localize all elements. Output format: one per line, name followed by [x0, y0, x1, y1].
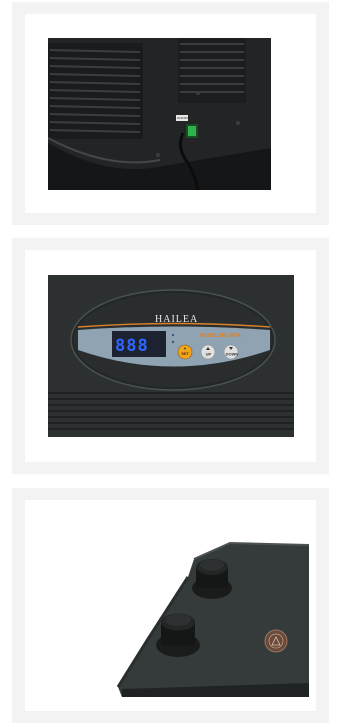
- product-photo-card-3: [12, 488, 329, 723]
- svg-text:SET: SET: [181, 351, 189, 356]
- control-panel-photo[interactable]: 888 HAILEA MODEL:HC-300A SET UP DOWN: [48, 275, 294, 437]
- svg-text:UP: UP: [206, 352, 212, 357]
- vent-slats: [48, 392, 294, 430]
- water-connector-bottom: [156, 613, 200, 657]
- rear-panel-illustration: ON/OFF: [48, 38, 271, 190]
- set-button: SET: [177, 344, 193, 360]
- power-switch: [186, 124, 198, 138]
- svg-text:ON/OFF: ON/OFF: [177, 116, 188, 120]
- temperature-display: 888: [115, 336, 149, 356]
- warning-badge: [264, 629, 288, 653]
- top-connectors-illustration: [48, 519, 309, 697]
- product-photo-card-1: ON/OFF: [12, 2, 329, 225]
- up-button: UP: [200, 344, 216, 360]
- model-label: MODEL:HC-300A: [200, 333, 241, 339]
- top-connectors-photo[interactable]: [48, 519, 309, 697]
- brand-logo: HAILEA: [155, 314, 198, 325]
- svg-text:DOWN: DOWN: [226, 352, 239, 357]
- rear-panel-photo[interactable]: ON/OFF: [48, 38, 271, 190]
- vent-grille-left: [48, 43, 143, 139]
- vent-grille-right: [178, 38, 246, 103]
- control-panel-illustration: 888 HAILEA MODEL:HC-300A SET UP DOWN: [48, 275, 294, 437]
- water-connector-top: [192, 559, 232, 599]
- product-photo-card-2: 888 HAILEA MODEL:HC-300A SET UP DOWN: [12, 238, 329, 474]
- down-button: DOWN: [223, 344, 239, 360]
